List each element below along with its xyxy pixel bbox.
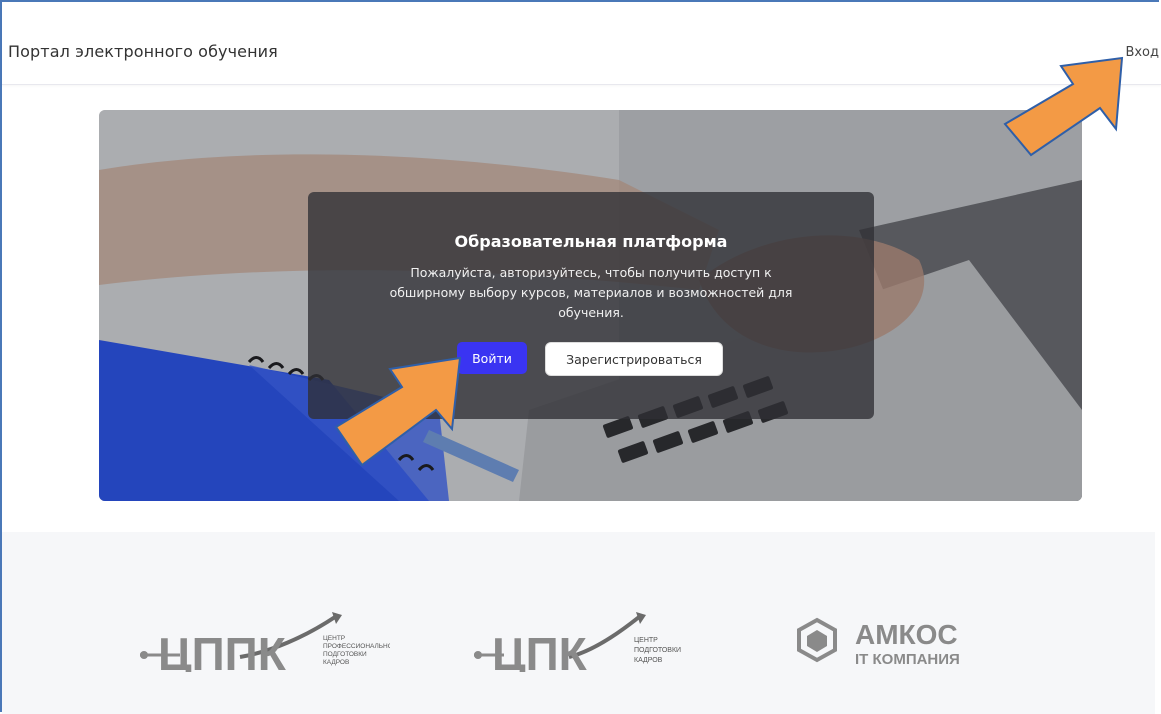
login-link[interactable]: Вход	[1125, 45, 1159, 60]
svg-text:ПОДГОТОВКИ: ПОДГОТОВКИ	[323, 651, 367, 658]
svg-text:ЦППК: ЦППК	[158, 628, 287, 672]
top-navbar: Портал электронного обучения Вход	[2, 2, 1161, 85]
platform-title: Образовательная платформа	[454, 232, 728, 251]
svg-text:ЦЕНТР: ЦЕНТР	[323, 635, 345, 642]
svg-text:ЦЕНТР: ЦЕНТР	[634, 637, 658, 644]
svg-text:IT КОМПАНИЯ: IT КОМПАНИЯ	[855, 651, 960, 668]
svg-text:ЦПК: ЦПК	[492, 628, 588, 672]
partners-section: ЦППК ЦЕНТР ПРОФЕССИОНАЛЬНОЙ ПОДГОТОВКИ К…	[2, 532, 1155, 714]
annotation-arrow-icon	[334, 356, 462, 467]
partner-logo-tspk: ЦПК ЦЕНТР ПОДГОТОВКИ КАДРОВ	[474, 612, 681, 672]
amkos-cube-icon	[797, 617, 837, 663]
partner-logo-tsppk: ЦППК ЦЕНТР ПРОФЕССИОНАЛЬНОЙ ПОДГОТОВКИ К…	[140, 612, 390, 672]
annotation-arrow-icon	[1003, 56, 1124, 157]
svg-text:ПОДГОТОВКИ: ПОДГОТОВКИ	[634, 647, 681, 654]
svg-text:ПРОФЕССИОНАЛЬНОЙ: ПРОФЕССИОНАЛЬНОЙ	[323, 641, 390, 650]
svg-text:АМКОС: АМКОС	[855, 619, 958, 650]
svg-text:КАДРОВ: КАДРОВ	[323, 659, 349, 666]
hero-banner: Образовательная платформа Пожалуйста, ав…	[99, 110, 1082, 501]
platform-description: Пожалуйста, авторизуйтесь, чтобы получит…	[389, 265, 793, 320]
login-button[interactable]: Войти	[457, 342, 527, 374]
svg-text:КАДРОВ: КАДРОВ	[634, 657, 663, 664]
register-button[interactable]: Зарегистрироваться	[545, 342, 723, 376]
partner-logo-amkos: АМКОС IT КОМПАНИЯ	[797, 617, 960, 668]
site-title: Портал электронного обучения	[8, 42, 278, 61]
